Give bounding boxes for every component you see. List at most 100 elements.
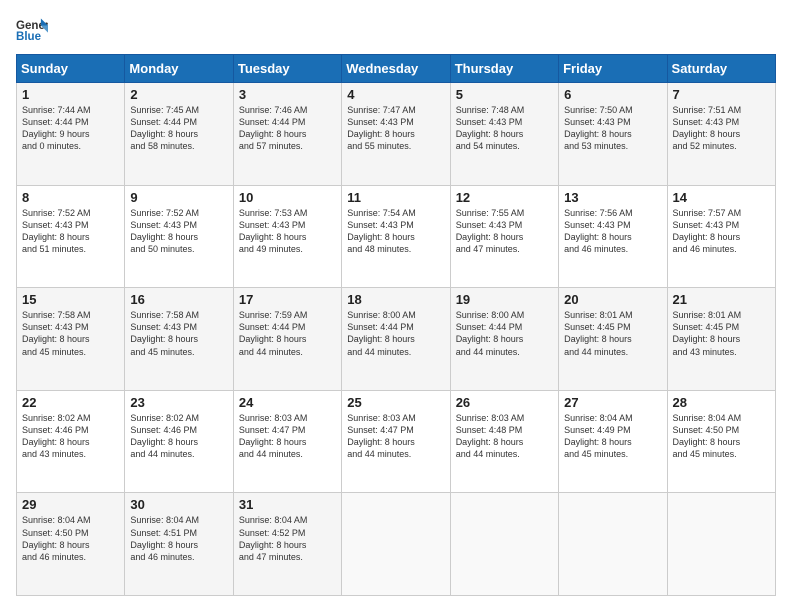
cell-content: Sunrise: 8:02 AMSunset: 4:46 PMDaylight:…: [130, 412, 227, 461]
calendar-table: SundayMondayTuesdayWednesdayThursdayFrid…: [16, 54, 776, 596]
col-header-tuesday: Tuesday: [233, 55, 341, 83]
calendar-cell: 22 Sunrise: 8:02 AMSunset: 4:46 PMDayligh…: [17, 390, 125, 493]
day-number: 1: [22, 87, 119, 102]
calendar-cell: 3 Sunrise: 7:46 AMSunset: 4:44 PMDaylight…: [233, 83, 341, 186]
calendar-cell: 8 Sunrise: 7:52 AMSunset: 4:43 PMDaylight…: [17, 185, 125, 288]
calendar-cell: 17 Sunrise: 7:59 AMSunset: 4:44 PMDayligh…: [233, 288, 341, 391]
cell-content: Sunrise: 8:03 AMSunset: 4:48 PMDaylight:…: [456, 412, 553, 461]
calendar-cell: 7Sunrise: 7:51 AMSunset: 4:43 PMDaylight…: [667, 83, 775, 186]
calendar-page: General Blue SundayMondayTuesdayWednesda…: [0, 0, 792, 612]
col-header-wednesday: Wednesday: [342, 55, 450, 83]
cell-content: Sunrise: 8:03 AMSunset: 4:47 PMDaylight:…: [347, 412, 444, 461]
calendar-cell: 11Sunrise: 7:54 AMSunset: 4:43 PMDayligh…: [342, 185, 450, 288]
cell-content: Sunrise: 8:04 AMSunset: 4:50 PMDaylight:…: [22, 514, 119, 563]
day-number: 21: [673, 292, 770, 307]
day-number: 13: [564, 190, 661, 205]
calendar-cell: 13 Sunrise: 7:56 AMSunset: 4:43 PMDayligh…: [559, 185, 667, 288]
cell-content: Sunrise: 7:52 AMSunset: 4:43 PMDaylight:…: [22, 207, 119, 256]
day-number: 10: [239, 190, 336, 205]
cell-content: Sunrise: 7:46 AMSunset: 4:44 PMDaylight:…: [239, 104, 336, 153]
cell-content: Sunrise: 7:57 AMSunset: 4:43 PMDaylight:…: [673, 207, 770, 256]
calendar-cell: 28 Sunrise: 8:04 AMSunset: 4:50 PMDayligh…: [667, 390, 775, 493]
calendar-cell: 18 Sunrise: 8:00 AMSunset: 4:44 PMDayligh…: [342, 288, 450, 391]
day-number: 14: [673, 190, 770, 205]
calendar-cell: 1 Sunrise: 7:44 AMSunset: 4:44 PMDaylight…: [17, 83, 125, 186]
cell-content: Sunrise: 7:47 AMSunset: 4:43 PMDaylight:…: [347, 104, 444, 153]
cell-content: Sunrise: 8:03 AMSunset: 4:47 PMDaylight:…: [239, 412, 336, 461]
day-number: 17: [239, 292, 336, 307]
header-row: SundayMondayTuesdayWednesdayThursdayFrid…: [17, 55, 776, 83]
logo-icon: General Blue: [16, 16, 48, 44]
day-number: 9: [130, 190, 227, 205]
calendar-cell: 4 Sunrise: 7:47 AMSunset: 4:43 PMDaylight…: [342, 83, 450, 186]
calendar-cell: [342, 493, 450, 596]
calendar-cell: 25 Sunrise: 8:03 AMSunset: 4:47 PMDayligh…: [342, 390, 450, 493]
col-header-sunday: Sunday: [17, 55, 125, 83]
cell-content: Sunrise: 7:58 AMSunset: 4:43 PMDaylight:…: [130, 309, 227, 358]
day-number: 24: [239, 395, 336, 410]
col-header-thursday: Thursday: [450, 55, 558, 83]
cell-content: Sunrise: 8:00 AMSunset: 4:44 PMDaylight:…: [347, 309, 444, 358]
cell-content: Sunrise: 8:04 AMSunset: 4:52 PMDaylight:…: [239, 514, 336, 563]
day-number: 28: [673, 395, 770, 410]
cell-content: Sunrise: 8:02 AMSunset: 4:46 PMDaylight:…: [22, 412, 119, 461]
calendar-cell: 26 Sunrise: 8:03 AMSunset: 4:48 PMDayligh…: [450, 390, 558, 493]
cell-content: Sunrise: 8:00 AMSunset: 4:44 PMDaylight:…: [456, 309, 553, 358]
cell-content: Sunrise: 7:58 AMSunset: 4:43 PMDaylight:…: [22, 309, 119, 358]
day-number: 31: [239, 497, 336, 512]
svg-text:Blue: Blue: [16, 31, 42, 43]
calendar-cell: 19 Sunrise: 8:00 AMSunset: 4:44 PMDayligh…: [450, 288, 558, 391]
day-number: 19: [456, 292, 553, 307]
cell-content: Sunrise: 8:01 AMSunset: 4:45 PMDaylight:…: [564, 309, 661, 358]
cell-content: Sunrise: 7:56 AMSunset: 4:43 PMDaylight:…: [564, 207, 661, 256]
cell-content: Sunrise: 7:51 AMSunset: 4:43 PMDaylight:…: [673, 104, 770, 153]
week-row-3: 15Sunrise: 7:58 AMSunset: 4:43 PMDayligh…: [17, 288, 776, 391]
calendar-cell: 9 Sunrise: 7:52 AMSunset: 4:43 PMDaylight…: [125, 185, 233, 288]
calendar-cell: 2 Sunrise: 7:45 AMSunset: 4:44 PMDaylight…: [125, 83, 233, 186]
day-number: 8: [22, 190, 119, 205]
calendar-cell: 15Sunrise: 7:58 AMSunset: 4:43 PMDayligh…: [17, 288, 125, 391]
calendar-cell: [450, 493, 558, 596]
day-number: 25: [347, 395, 444, 410]
calendar-cell: 6Sunrise: 7:50 AMSunset: 4:43 PMDaylight…: [559, 83, 667, 186]
cell-content: Sunrise: 8:04 AMSunset: 4:49 PMDaylight:…: [564, 412, 661, 461]
cell-content: Sunrise: 7:52 AMSunset: 4:43 PMDaylight:…: [130, 207, 227, 256]
day-number: 20: [564, 292, 661, 307]
cell-content: Sunrise: 8:04 AMSunset: 4:51 PMDaylight:…: [130, 514, 227, 563]
col-header-saturday: Saturday: [667, 55, 775, 83]
day-number: 30: [130, 497, 227, 512]
calendar-cell: 14 Sunrise: 7:57 AMSunset: 4:43 PMDayligh…: [667, 185, 775, 288]
day-number: 26: [456, 395, 553, 410]
calendar-cell: 29 Sunrise: 8:04 AMSunset: 4:50 PMDayligh…: [17, 493, 125, 596]
calendar-cell: 21Sunrise: 8:01 AMSunset: 4:45 PMDayligh…: [667, 288, 775, 391]
week-row-2: 8 Sunrise: 7:52 AMSunset: 4:43 PMDaylight…: [17, 185, 776, 288]
col-header-friday: Friday: [559, 55, 667, 83]
cell-content: Sunrise: 7:44 AMSunset: 4:44 PMDaylight:…: [22, 104, 119, 153]
week-row-4: 22 Sunrise: 8:02 AMSunset: 4:46 PMDayligh…: [17, 390, 776, 493]
cell-content: Sunrise: 7:45 AMSunset: 4:44 PMDaylight:…: [130, 104, 227, 153]
calendar-cell: 23 Sunrise: 8:02 AMSunset: 4:46 PMDayligh…: [125, 390, 233, 493]
cell-content: Sunrise: 8:04 AMSunset: 4:50 PMDaylight:…: [673, 412, 770, 461]
day-number: 3: [239, 87, 336, 102]
day-number: 2: [130, 87, 227, 102]
day-number: 22: [22, 395, 119, 410]
cell-content: Sunrise: 7:59 AMSunset: 4:44 PMDaylight:…: [239, 309, 336, 358]
cell-content: Sunrise: 7:48 AMSunset: 4:43 PMDaylight:…: [456, 104, 553, 153]
calendar-cell: 16Sunrise: 7:58 AMSunset: 4:43 PMDayligh…: [125, 288, 233, 391]
cell-content: Sunrise: 7:55 AMSunset: 4:43 PMDaylight:…: [456, 207, 553, 256]
calendar-cell: 12 Sunrise: 7:55 AMSunset: 4:43 PMDayligh…: [450, 185, 558, 288]
week-row-5: 29 Sunrise: 8:04 AMSunset: 4:50 PMDayligh…: [17, 493, 776, 596]
day-number: 23: [130, 395, 227, 410]
day-number: 29: [22, 497, 119, 512]
cell-content: Sunrise: 7:54 AMSunset: 4:43 PMDaylight:…: [347, 207, 444, 256]
calendar-cell: 5 Sunrise: 7:48 AMSunset: 4:43 PMDaylight…: [450, 83, 558, 186]
day-number: 12: [456, 190, 553, 205]
cell-content: Sunrise: 7:50 AMSunset: 4:43 PMDaylight:…: [564, 104, 661, 153]
calendar-cell: 24 Sunrise: 8:03 AMSunset: 4:47 PMDayligh…: [233, 390, 341, 493]
day-number: 4: [347, 87, 444, 102]
day-number: 5: [456, 87, 553, 102]
cell-content: Sunrise: 7:53 AMSunset: 4:43 PMDaylight:…: [239, 207, 336, 256]
week-row-1: 1 Sunrise: 7:44 AMSunset: 4:44 PMDaylight…: [17, 83, 776, 186]
calendar-cell: [559, 493, 667, 596]
day-number: 18: [347, 292, 444, 307]
